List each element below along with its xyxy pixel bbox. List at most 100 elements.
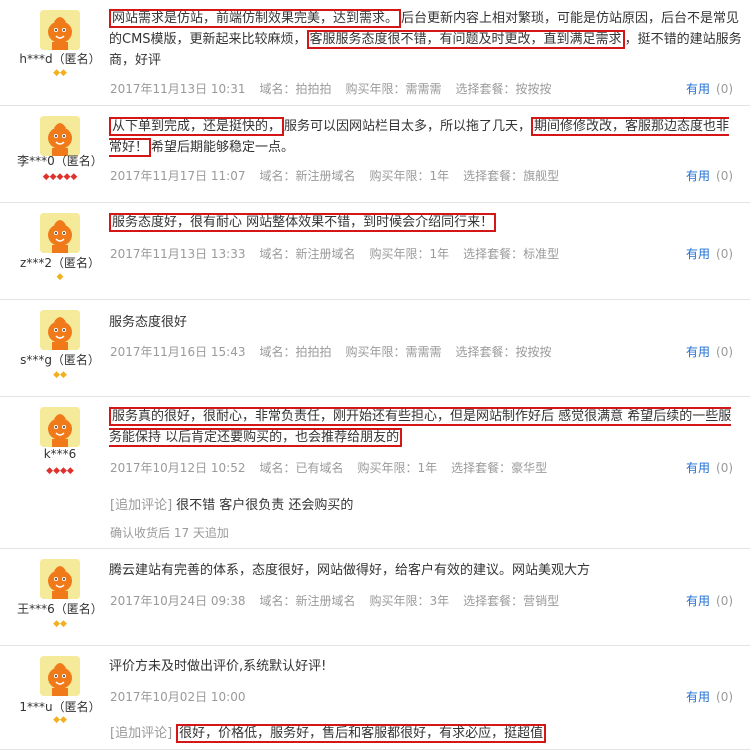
highlighted-text: 从下单到完成，还是挺快的， [109, 117, 285, 136]
useful-label[interactable]: 有用 [686, 594, 710, 608]
gold-diamond-rank-icons: ◆◆ [0, 370, 120, 380]
review-meta: 2017年11月17日 11:07 域名：新注册域名 购买年限：1年 选择套餐：旗舰型 [110, 167, 573, 184]
text-segment: 评价方未及时做出评价,系统默认好评! [109, 659, 327, 674]
red-diamond-rank-icons: ◆◆◆◆◆ [0, 172, 120, 182]
meta-package: 选择套餐：按按按 [455, 345, 552, 359]
reviewer-name: h***d（匿名） [19, 52, 101, 66]
diamond-icon: ◆ [53, 68, 60, 78]
meta-years: 购买年限：1年 [369, 169, 450, 183]
diamond-icon: ◆ [53, 466, 60, 476]
useful-label[interactable]: 有用 [686, 247, 710, 261]
review-meta: 2017年10月02日 10:00 [110, 688, 301, 705]
diamond-icon: ◆ [60, 619, 67, 629]
review-meta: 2017年11月13日 13:33 域名：新注册域名 购买年限：1年 选择套餐：标准型 [110, 245, 573, 262]
text-segment: 希望后期能够稳定一点。 [151, 140, 295, 155]
highlighted-text: 服务态度好，很有耐心 网站整体效果不错，到时候会介绍同行来！ [109, 213, 497, 232]
gold-diamond-rank-icons: ◆◆ [0, 619, 120, 629]
review-meta: 2017年10月24日 09:38 域名：新注册域名 购买年限：3年 选择套餐：营销型 [110, 592, 573, 609]
diamond-icon: ◆ [60, 68, 67, 78]
avatar [40, 116, 80, 156]
useful-label[interactable]: 有用 [686, 169, 710, 183]
meta-date: 2017年10月24日 09:38 [110, 594, 246, 608]
reviewer-name: 李***0（匿名） [17, 154, 103, 168]
useful-button[interactable]: 有用 (0) [686, 688, 733, 705]
meta-years: 购买年限：1年 [369, 247, 450, 261]
review-item: z***2（匿名） ◆ 服务态度好，很有耐心 网站整体效果不错，到时候会介绍同行来！… [0, 203, 750, 300]
meta-package: 选择套餐：按按按 [455, 82, 552, 96]
diamond-icon: ◆ [42, 172, 50, 182]
meta-years: 购买年限：需需需 [345, 82, 442, 96]
gold-diamond-rank-icons: ◆◆ [0, 68, 120, 78]
diamond-icon: ◆ [53, 715, 60, 725]
review-text: 服务真的很好，很耐心，非常负责任，刚开始还有些担心，但是网站制作好后 感觉很满意… [109, 406, 742, 448]
gold-diamond-rank-icons: ◆ [0, 272, 120, 282]
highlighted-text: 服务真的很好，很耐心，非常负责任，刚开始还有些担心，但是网站制作好后 感觉很满意… [109, 407, 732, 447]
meta-date: 2017年10月02日 10:00 [110, 690, 246, 704]
meta-date: 2017年10月12日 10:52 [110, 461, 246, 475]
meta-domain: 域名：已有域名 [259, 461, 344, 475]
text-segment: 腾云建站有完善的体系，态度很好，网站做得好，给客户有效的建议。网站美观大方 [109, 563, 591, 578]
gold-diamond-rank-icons: ◆◆ [0, 715, 120, 725]
reviewer-name: 王***6（匿名） [17, 602, 103, 616]
useful-count: (0) [716, 247, 734, 261]
reviewer-name: z***2（匿名） [20, 256, 100, 270]
meta-package: 选择套餐：豪华型 [451, 461, 548, 475]
meta-domain: 域名：新注册域名 [259, 594, 356, 608]
useful-button[interactable]: 有用 (0) [686, 459, 733, 476]
append-text: 很好，价格低，服务好，售后和客服都很好，有求必应，挺超值 [176, 724, 547, 743]
useful-button[interactable]: 有用 (0) [686, 592, 733, 609]
append-tag: [追加评论] [110, 498, 173, 513]
useful-label[interactable]: 有用 [686, 345, 710, 359]
diamond-icon: ◆ [53, 619, 60, 629]
review-text: 从下单到完成，还是挺快的， 服务可以因网站栏目太多，所以拖了几天， 期间修修改改，客… [109, 116, 742, 158]
red-diamond-rank-icons: ◆◆◆◆ [0, 466, 120, 476]
avatar [40, 656, 80, 696]
reviewer-name: k***6 [43, 447, 77, 461]
review-text: 网站需求是仿站，前端仿制效果完美，达到需求。 后台更新内容上相对繁琐，可能是仿站原… [109, 8, 742, 71]
diamond-icon: ◆ [53, 370, 60, 380]
useful-label[interactable]: 有用 [686, 82, 710, 96]
meta-date: 2017年11月16日 15:43 [110, 345, 246, 359]
reviewer-name: s***g（匿名） [20, 353, 100, 367]
appended-review: [追加评论] 很不错 客户很负责 还会购买的 [110, 494, 353, 513]
review-text: 服务态度很好 [109, 312, 742, 333]
useful-button[interactable]: 有用 (0) [686, 245, 733, 262]
avatar [40, 10, 80, 50]
meta-date: 2017年11月13日 10:31 [110, 82, 246, 96]
appended-review: [追加评论] 很好，价格低，服务好，售后和客服都很好，有求必应，挺超值 [110, 722, 547, 743]
useful-label[interactable]: 有用 [686, 461, 710, 475]
meta-package: 选择套餐：旗舰型 [463, 169, 560, 183]
meta-date: 2017年11月17日 11:07 [110, 169, 246, 183]
review-item: s***g（匿名） ◆◆ 服务态度很好 2017年11月16日 15:43 域名：拍拍拍… [0, 300, 750, 397]
review-text: 服务态度好，很有耐心 网站整体效果不错，到时候会介绍同行来！ [109, 212, 742, 233]
review-item: 1***u（匿名） ◆◆ 评价方未及时做出评价,系统默认好评! 2017年10月02日… [0, 646, 750, 750]
review-item: k***6 ◆◆◆◆ 服务真的很好，很耐心，非常负责任，刚开始还有些担心，但是网站制… [0, 397, 750, 549]
avatar [40, 213, 80, 253]
diamond-icon: ◆ [60, 370, 67, 380]
diamond-icon: ◆ [60, 715, 67, 725]
text-segment: 服务可以因网站栏目太多，所以拖了几天， [284, 119, 532, 134]
useful-button[interactable]: 有用 (0) [686, 167, 733, 184]
diamond-icon: ◆ [60, 466, 67, 476]
review-text: 腾云建站有完善的体系，态度很好，网站做得好，给客户有效的建议。网站美观大方 [109, 560, 742, 581]
diamond-icon: ◆ [56, 272, 64, 282]
useful-count: (0) [716, 345, 734, 359]
meta-date: 2017年11月13日 13:33 [110, 247, 246, 261]
useful-button[interactable]: 有用 (0) [686, 80, 733, 97]
meta-package: 选择套餐：营销型 [463, 594, 560, 608]
useful-count: (0) [716, 82, 734, 96]
useful-label[interactable]: 有用 [686, 690, 710, 704]
review-meta: 2017年10月12日 10:52 域名：已有域名 购买年限：1年 选择套餐：豪华型 [110, 459, 561, 476]
meta-domain: 域名：拍拍拍 [259, 345, 332, 359]
review-item: 王***6（匿名） ◆◆ 腾云建站有完善的体系，态度很好，网站做得好，给客户有效的建… [0, 549, 750, 646]
diamond-icon: ◆ [70, 172, 78, 182]
avatar [40, 310, 80, 350]
review-item: h***d（匿名） ◆◆ 网站需求是仿站，前端仿制效果完美，达到需求。 后台更新内容上… [0, 0, 750, 106]
useful-button[interactable]: 有用 (0) [686, 343, 733, 360]
useful-count: (0) [716, 594, 734, 608]
diamond-icon: ◆ [49, 172, 57, 182]
highlighted-text: 客服服务态度很不错，有问题及时更改，直到满足需求 [306, 30, 625, 49]
append-text: 很不错 客户很负责 还会购买的 [176, 498, 354, 513]
meta-domain: 域名：新注册域名 [259, 169, 356, 183]
meta-years: 购买年限：3年 [369, 594, 450, 608]
